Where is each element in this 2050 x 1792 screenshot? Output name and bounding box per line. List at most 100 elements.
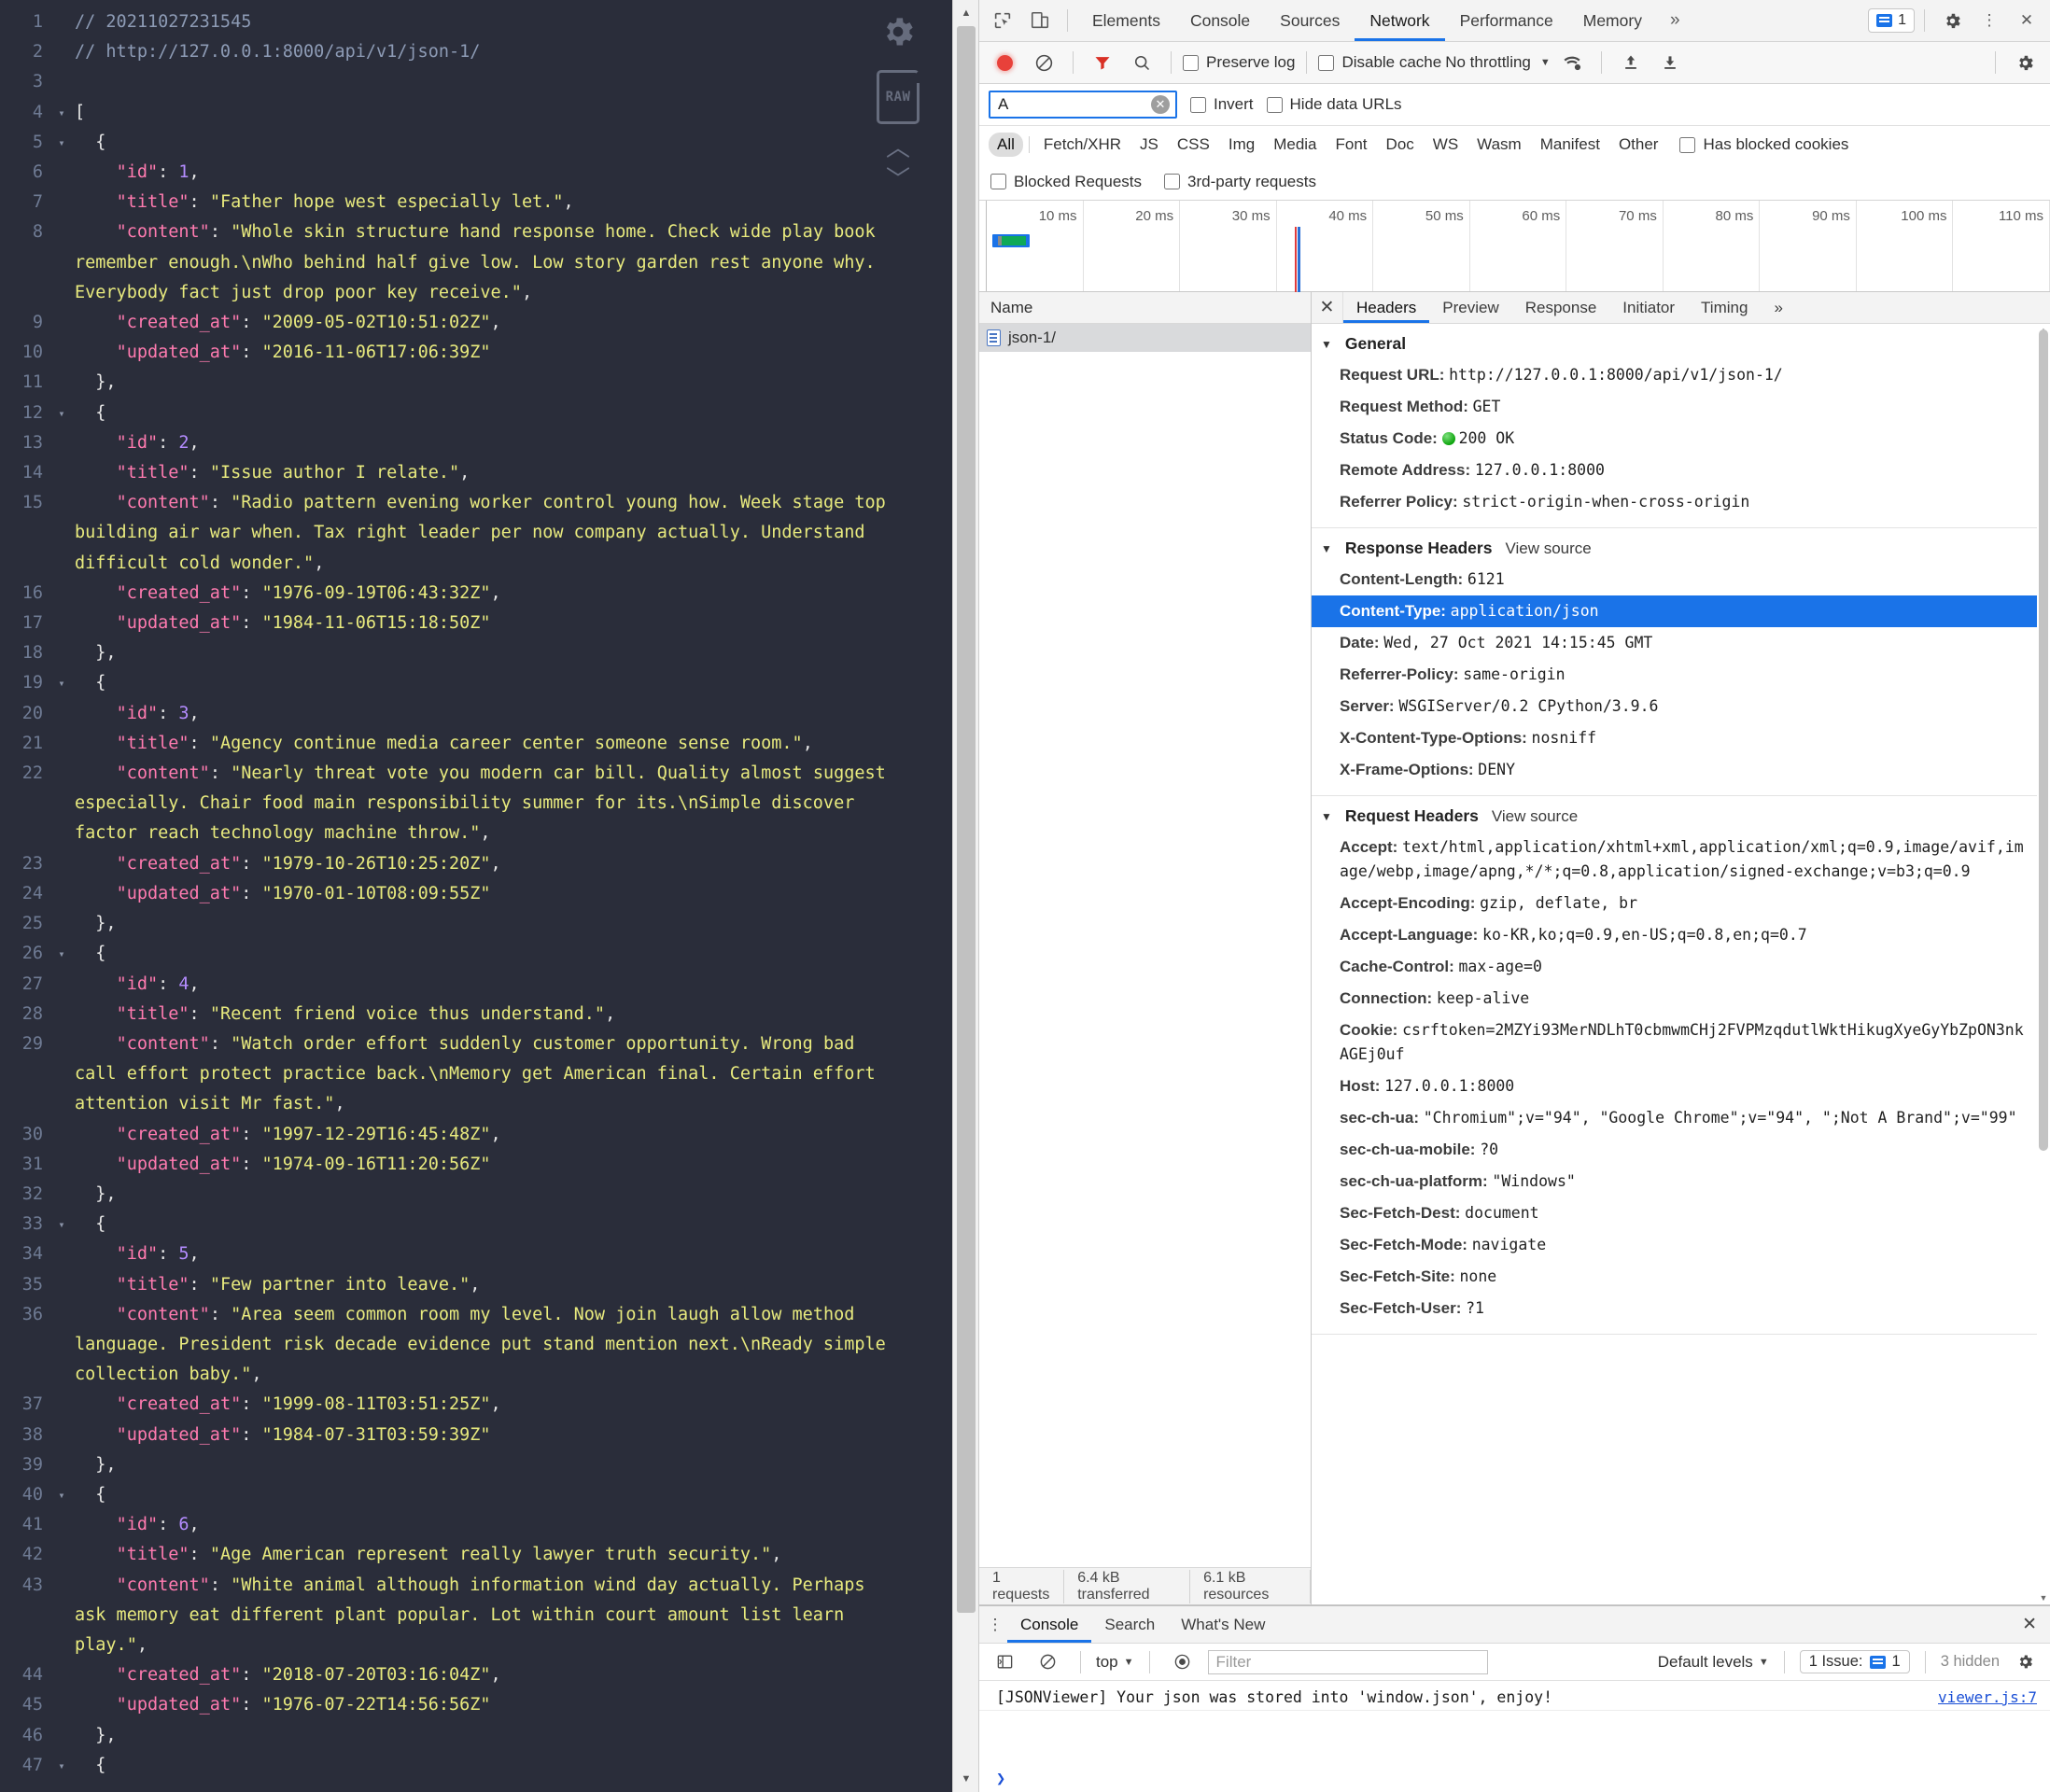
header-row[interactable]: Date: Wed, 27 Oct 2021 14:15:45 GMT: [1312, 627, 2037, 659]
header-row[interactable]: Connection: keep-alive: [1312, 983, 2037, 1015]
filter-icon[interactable]: [1085, 46, 1120, 79]
header-row[interactable]: Request Method: GET: [1312, 391, 2037, 423]
network-settings-gear-icon[interactable]: [2007, 46, 2043, 79]
scrollbar-thumb[interactable]: [957, 26, 976, 1613]
header-row[interactable]: sec-ch-ua-mobile: ?0: [1312, 1134, 2037, 1166]
detail-tab-timing[interactable]: Timing: [1688, 292, 1761, 323]
gear-icon[interactable]: [879, 13, 917, 55]
header-row[interactable]: Accept-Language: ko-KR,ko;q=0.9,en-US;q=…: [1312, 919, 2037, 951]
detail-tab-initiator[interactable]: Initiator: [1609, 292, 1688, 323]
more-detail-tabs-icon[interactable]: »: [1761, 292, 1795, 323]
tab-elements[interactable]: Elements: [1077, 0, 1175, 41]
chevron-up-icon[interactable]: ︿: [886, 135, 910, 160]
filter-input-wrapper[interactable]: ✕: [989, 91, 1177, 119]
header-row[interactable]: Remote Address: 127.0.0.1:8000: [1312, 455, 2037, 486]
scroll-down-arrow[interactable]: ▼: [953, 1766, 978, 1792]
type-filter-all[interactable]: All: [989, 133, 1023, 157]
json-fold-toggle[interactable]: ▾: [49, 128, 75, 158]
type-filter-ws[interactable]: WS: [1425, 133, 1467, 157]
json-fold-toggle[interactable]: ▾: [49, 1480, 75, 1510]
headers-scrollbar[interactable]: ▲ ▼: [2037, 324, 2050, 1604]
more-tabs-icon[interactable]: »: [1659, 10, 1692, 31]
type-filter-fetch-xhr[interactable]: Fetch/XHR: [1035, 133, 1130, 157]
tab-network[interactable]: Network: [1355, 0, 1444, 41]
filter-input[interactable]: [996, 94, 1151, 115]
disable-cache-checkbox[interactable]: Disable cache: [1318, 53, 1441, 72]
record-button[interactable]: [987, 46, 1022, 79]
export-har-icon[interactable]: [1652, 46, 1688, 79]
headers-scroll-down-arrow[interactable]: ▼: [2037, 1591, 2050, 1604]
header-row[interactable]: Host: 127.0.0.1:8000: [1312, 1071, 2037, 1102]
header-row[interactable]: Content-Type: application/json: [1312, 595, 2037, 627]
close-devtools-icon[interactable]: ✕: [2009, 4, 2044, 37]
live-expression-icon[interactable]: [1165, 1645, 1201, 1679]
drawer-tab-what-s-new[interactable]: What's New: [1168, 1606, 1278, 1643]
type-filter-js[interactable]: JS: [1131, 133, 1167, 157]
tab-sources[interactable]: Sources: [1265, 0, 1355, 41]
console-issues-chip[interactable]: 1 Issue: 1: [1799, 1650, 1910, 1673]
invert-checkbox[interactable]: Invert: [1190, 95, 1254, 114]
header-row[interactable]: X-Frame-Options: DENY: [1312, 754, 2037, 786]
header-row[interactable]: Status Code: 200 OK: [1312, 423, 2037, 455]
drawer-tab-search[interactable]: Search: [1091, 1606, 1168, 1643]
third-party-requests-checkbox[interactable]: 3rd-party requests: [1164, 173, 1316, 191]
raw-view-icon[interactable]: RAW: [877, 70, 920, 124]
preserve-log-checkbox[interactable]: Preserve log: [1183, 53, 1295, 72]
header-row[interactable]: Cookie: csrftoken=2MZYi93MerNDLhT0cbmwmC…: [1312, 1015, 2037, 1071]
header-row[interactable]: X-Content-Type-Options: nosniff: [1312, 722, 2037, 754]
header-row[interactable]: Server: WSGIServer/0.2 CPython/3.9.6: [1312, 691, 2037, 722]
close-detail-icon[interactable]: ✕: [1312, 292, 1343, 323]
header-row[interactable]: Referrer-Policy: same-origin: [1312, 659, 2037, 691]
header-row[interactable]: Accept: text/html,application/xhtml+xml,…: [1312, 832, 2037, 888]
type-filter-font[interactable]: Font: [1327, 133, 1376, 157]
import-har-icon[interactable]: [1613, 46, 1649, 79]
view-source-link[interactable]: View source: [1492, 807, 1578, 826]
overview-track[interactable]: 10 ms 20 ms 30 ms 40 ms 50 ms 60 ms 70 ms 80 ms…: [987, 201, 2050, 292]
headers-section-title[interactable]: ▼ Response Headers View source: [1312, 536, 2037, 564]
header-row[interactable]: Sec-Fetch-Site: none: [1312, 1261, 2037, 1293]
clear-network-log-icon[interactable]: [1026, 46, 1061, 79]
headers-scrollbar-thumb[interactable]: [2039, 329, 2048, 1151]
json-fold-toggle[interactable]: ▾: [49, 399, 75, 428]
header-row[interactable]: sec-ch-ua-platform: "Windows": [1312, 1166, 2037, 1197]
header-row[interactable]: sec-ch-ua: "Chromium";v="94", "Google Ch…: [1312, 1102, 2037, 1134]
request-row[interactable]: json-1/: [979, 324, 1311, 352]
json-fold-toggle[interactable]: ▾: [49, 1210, 75, 1239]
json-fold-toggle[interactable]: ▾: [49, 98, 75, 128]
type-filter-manifest[interactable]: Manifest: [1532, 133, 1608, 157]
search-icon[interactable]: [1124, 46, 1159, 79]
header-row[interactable]: Sec-Fetch-Dest: document: [1312, 1197, 2037, 1229]
hide-data-urls-checkbox[interactable]: Hide data URLs: [1266, 95, 1402, 114]
tab-performance[interactable]: Performance: [1445, 0, 1568, 41]
settings-gear-icon[interactable]: [1934, 4, 1970, 37]
drawer-tab-console[interactable]: Console: [1007, 1606, 1091, 1643]
detail-tab-headers[interactable]: Headers: [1343, 292, 1429, 323]
throttling-select[interactable]: No throttling ▼: [1445, 53, 1551, 72]
console-filter-input[interactable]: Filter: [1207, 1649, 1488, 1674]
console-log-levels-select[interactable]: Default levels ▼: [1658, 1653, 1769, 1672]
inspect-element-icon[interactable]: [985, 4, 1020, 37]
network-overview-timeline[interactable]: 10 ms 20 ms 30 ms 40 ms 50 ms 60 ms 70 ms 80 ms…: [979, 201, 2050, 292]
devtools-menu-icon[interactable]: ⋮: [1972, 4, 2007, 37]
console-settings-gear-icon[interactable]: [2007, 1645, 2043, 1679]
console-message-source-link[interactable]: viewer.js:7: [1938, 1688, 2037, 1706]
drawer-menu-icon[interactable]: ⋮: [983, 1616, 1007, 1634]
type-filter-media[interactable]: Media: [1265, 133, 1325, 157]
chevron-down-icon[interactable]: ﹀: [886, 167, 910, 191]
json-fold-toggle[interactable]: ▾: [49, 939, 75, 969]
type-filter-wasm[interactable]: Wasm: [1468, 133, 1530, 157]
detail-tab-response[interactable]: Response: [1512, 292, 1610, 323]
close-drawer-icon[interactable]: ✕: [2009, 1614, 2050, 1635]
type-filter-other[interactable]: Other: [1610, 133, 1667, 157]
headers-section-title[interactable]: ▼ General: [1312, 331, 2037, 359]
json-viewer-scrollbar[interactable]: ▲ ▼: [952, 0, 978, 1792]
clear-console-icon[interactable]: [1030, 1645, 1065, 1679]
view-source-link[interactable]: View source: [1505, 539, 1591, 558]
header-row[interactable]: Cache-Control: max-age=0: [1312, 951, 2037, 983]
console-prompt-icon[interactable]: ❯: [979, 1766, 2050, 1792]
device-toolbar-icon[interactable]: [1022, 4, 1058, 37]
json-fold-toggle[interactable]: ▾: [49, 668, 75, 698]
header-row[interactable]: Sec-Fetch-Mode: navigate: [1312, 1229, 2037, 1261]
console-sidebar-icon[interactable]: [987, 1645, 1022, 1679]
type-filter-css[interactable]: CSS: [1169, 133, 1218, 157]
